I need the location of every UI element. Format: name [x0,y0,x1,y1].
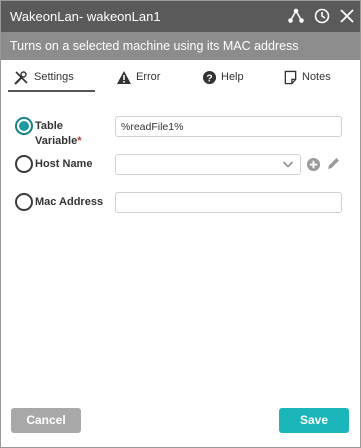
warning-icon [117,71,131,84]
close-icon[interactable] [338,7,356,25]
table-variable-radio[interactable] [15,117,33,135]
action-description: Turns on a selected machine using its MA… [10,39,299,53]
window-title: WakeonLan- wakeonLan1 [10,9,161,24]
mac-address-label: Mac Address [35,196,104,208]
host-name-label: Host Name [35,158,93,170]
tab-notes[interactable]: Notes [283,67,333,91]
tab-help[interactable]: ? Help [202,67,247,91]
active-tab-indicator [8,90,95,92]
save-button[interactable]: Save [279,408,349,433]
title-bar: WakeonLan- wakeonLan1 [1,1,360,32]
edit-pencil-icon[interactable] [325,156,341,177]
table-variable-label: Table Variable* [35,120,82,147]
chevron-down-icon [282,158,294,173]
description-bar: Turns on a selected machine using its MA… [1,32,360,60]
table-variable-input[interactable] [115,116,342,137]
host-name-radio[interactable] [15,155,33,173]
tab-error-label: Error [136,71,161,83]
tools-icon [14,71,28,85]
tab-settings[interactable]: Settings [13,67,93,91]
notes-icon [284,70,297,85]
tab-help-label: Help [221,71,244,83]
tab-notes-label: Notes [302,71,331,83]
required-marker: * [77,135,82,147]
mac-address-input[interactable] [115,192,342,213]
tab-error[interactable]: Error [116,67,166,91]
svg-text:?: ? [206,73,212,84]
mac-address-radio[interactable] [15,193,33,211]
add-circle-icon[interactable] [306,157,321,177]
host-name-select[interactable] [115,154,301,175]
workflow-icon[interactable] [287,7,305,25]
help-icon: ? [202,70,217,84]
clock-icon[interactable] [313,7,331,25]
wakeonlan-dialog: WakeonLan- wakeonLan1 Turns on a selecte… [0,0,361,448]
tab-settings-label: Settings [34,71,74,83]
cancel-button[interactable]: Cancel [11,408,81,433]
